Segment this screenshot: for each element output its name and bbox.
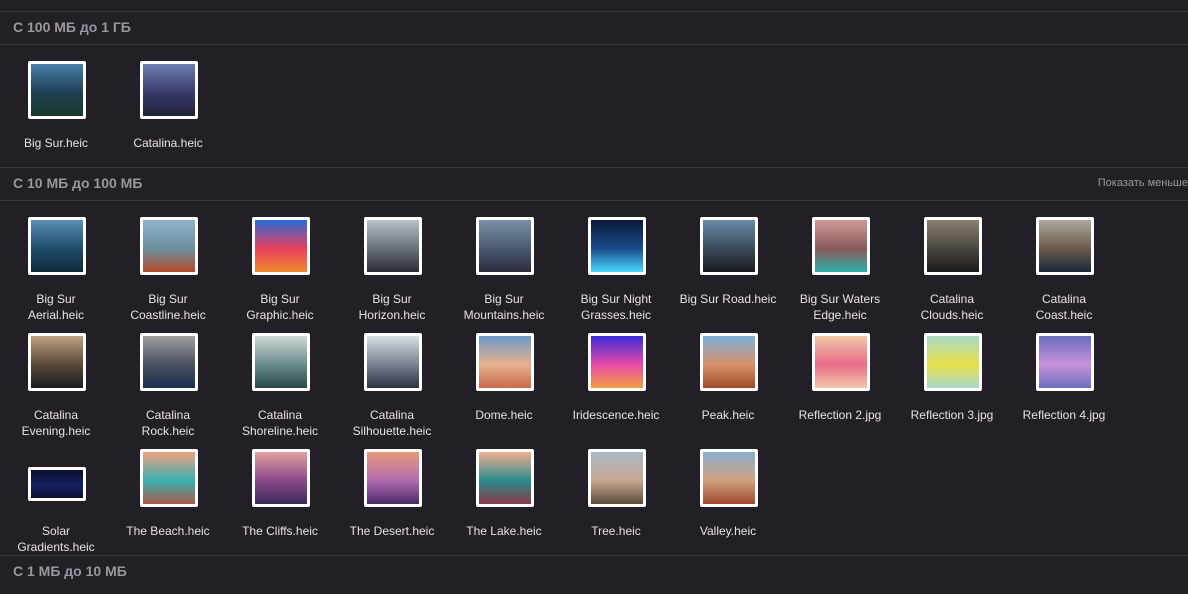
file-item[interactable]: Big Sur.heic: [0, 61, 112, 177]
file-name: Catalina Shoreline.heic: [241, 408, 319, 438]
file-name: The Lake.heic: [466, 524, 542, 538]
catalina-silhouette-thumbnail: [364, 333, 422, 391]
big-sur-night-grasses-thumbnail: [588, 217, 646, 275]
section-title: С 100 МБ до 1 ГБ: [13, 19, 131, 35]
file-name: Reflection 4.jpg: [1022, 408, 1106, 422]
file-name: Big Sur Coastline.heic: [130, 292, 206, 322]
file-name: Catalina Evening.heic: [21, 408, 91, 438]
file-name: Dome.heic: [475, 408, 533, 422]
big-sur-horizon-thumbnail: [364, 217, 422, 275]
reflection-4-thumbnail: [1036, 333, 1094, 391]
file-name: Catalina Coast.heic: [1035, 292, 1093, 322]
file-item[interactable]: Big Sur Graphic.heic: [224, 217, 336, 333]
file-item[interactable]: Big Sur Coastline.heic: [112, 217, 224, 333]
file-name: Solar Gradients.heic: [17, 524, 95, 554]
dome-thumbnail: [476, 333, 534, 391]
file-item[interactable]: Dome.heic: [448, 333, 560, 449]
big-sur-waters-edge-thumbnail: [812, 217, 870, 275]
iridescence-thumbnail: [588, 333, 646, 391]
file-item[interactable]: Big Sur Night Grasses.heic: [560, 217, 672, 333]
file-item[interactable]: Reflection 2.jpg: [784, 333, 896, 449]
file-item[interactable]: Big Sur Waters Edge.heic: [784, 217, 896, 333]
section-header-10mb-100mb: С 10 МБ до 100 МБ Показать меньше: [0, 168, 1188, 201]
section-title: С 10 МБ до 100 МБ: [13, 175, 143, 191]
catalina-clouds-thumbnail: [924, 217, 982, 275]
peak-thumbnail: [700, 333, 758, 391]
file-item[interactable]: Catalina Clouds.heic: [896, 217, 1008, 333]
the-lake-thumbnail: [476, 449, 534, 507]
reflection-3-thumbnail: [924, 333, 982, 391]
big-sur-graphic-thumbnail: [252, 217, 310, 275]
file-name: Catalina Clouds.heic: [920, 292, 984, 322]
file-name: Big Sur Graphic.heic: [246, 292, 314, 322]
file-name: Big Sur Aerial.heic: [27, 292, 85, 322]
file-name: Tree.heic: [591, 524, 641, 538]
file-item[interactable]: Catalina Silhouette.heic: [336, 333, 448, 449]
file-name: Iridescence.heic: [572, 408, 660, 422]
section-header-1mb-10mb: С 1 МБ до 10 МБ: [0, 556, 1188, 588]
big-sur-thumbnail: [28, 61, 86, 119]
tree-thumbnail: [588, 449, 646, 507]
file-name: Reflection 3.jpg: [910, 408, 994, 422]
catalina-evening-thumbnail: [28, 333, 86, 391]
file-item[interactable]: Reflection 4.jpg: [1008, 333, 1120, 449]
file-item[interactable]: Big Sur Road.heic: [672, 217, 784, 333]
file-item[interactable]: Valley.heic: [672, 449, 784, 565]
show-less-link[interactable]: Показать меньше: [1098, 177, 1188, 189]
file-item[interactable]: Tree.heic: [560, 449, 672, 565]
file-item[interactable]: Solar Gradients.heic: [0, 449, 112, 565]
file-item[interactable]: The Cliffs.heic: [224, 449, 336, 565]
file-name: Valley.heic: [699, 524, 757, 538]
file-item[interactable]: Catalina.heic: [112, 61, 224, 177]
catalina-thumbnail: [140, 61, 198, 119]
file-item[interactable]: The Desert.heic: [336, 449, 448, 565]
file-name: The Cliffs.heic: [242, 524, 318, 538]
file-name: Catalina.heic: [133, 136, 203, 150]
big-sur-mountains-thumbnail: [476, 217, 534, 275]
file-name: Big Sur Horizon.heic: [358, 292, 426, 322]
catalina-rock-thumbnail: [140, 333, 198, 391]
reflection-2-thumbnail: [812, 333, 870, 391]
catalina-shoreline-thumbnail: [252, 333, 310, 391]
file-item[interactable]: Catalina Rock.heic: [112, 333, 224, 449]
file-name: Big Sur Road.heic: [679, 292, 777, 306]
section-header-100mb-1gb: С 100 МБ до 1 ГБ: [0, 12, 1188, 45]
file-item[interactable]: Catalina Evening.heic: [0, 333, 112, 449]
the-beach-thumbnail: [140, 449, 198, 507]
file-item[interactable]: The Lake.heic: [448, 449, 560, 565]
file-item[interactable]: Big Sur Horizon.heic: [336, 217, 448, 333]
solar-gradients-thumbnail: [28, 467, 86, 501]
file-name: Big Sur Mountains.heic: [463, 292, 545, 322]
file-item[interactable]: The Beach.heic: [112, 449, 224, 565]
file-name: Reflection 2.jpg: [798, 408, 882, 422]
file-item[interactable]: Peak.heic: [672, 333, 784, 449]
big-sur-road-thumbnail: [700, 217, 758, 275]
file-item[interactable]: Reflection 3.jpg: [896, 333, 1008, 449]
file-name: Catalina Silhouette.heic: [352, 408, 432, 438]
big-sur-coastline-thumbnail: [140, 217, 198, 275]
catalina-coast-thumbnail: [1036, 217, 1094, 275]
file-item[interactable]: Big Sur Aerial.heic: [0, 217, 112, 333]
file-item[interactable]: Catalina Shoreline.heic: [224, 333, 336, 449]
file-item[interactable]: Iridescence.heic: [560, 333, 672, 449]
big-sur-aerial-thumbnail: [28, 217, 86, 275]
valley-thumbnail: [700, 449, 758, 507]
file-name: The Desert.heic: [349, 524, 435, 538]
file-item[interactable]: Big Sur Mountains.heic: [448, 217, 560, 333]
the-desert-thumbnail: [364, 449, 422, 507]
file-name: Big Sur Night Grasses.heic: [580, 292, 652, 322]
file-name: Big Sur.heic: [23, 136, 89, 150]
section-title: С 1 МБ до 10 МБ: [13, 563, 127, 579]
file-name: The Beach.heic: [126, 524, 210, 538]
file-name: Big Sur Waters Edge.heic: [799, 292, 881, 322]
file-name: Catalina Rock.heic: [141, 408, 195, 438]
file-name: Peak.heic: [701, 408, 755, 422]
file-item[interactable]: Catalina Coast.heic: [1008, 217, 1120, 333]
the-cliffs-thumbnail: [252, 449, 310, 507]
